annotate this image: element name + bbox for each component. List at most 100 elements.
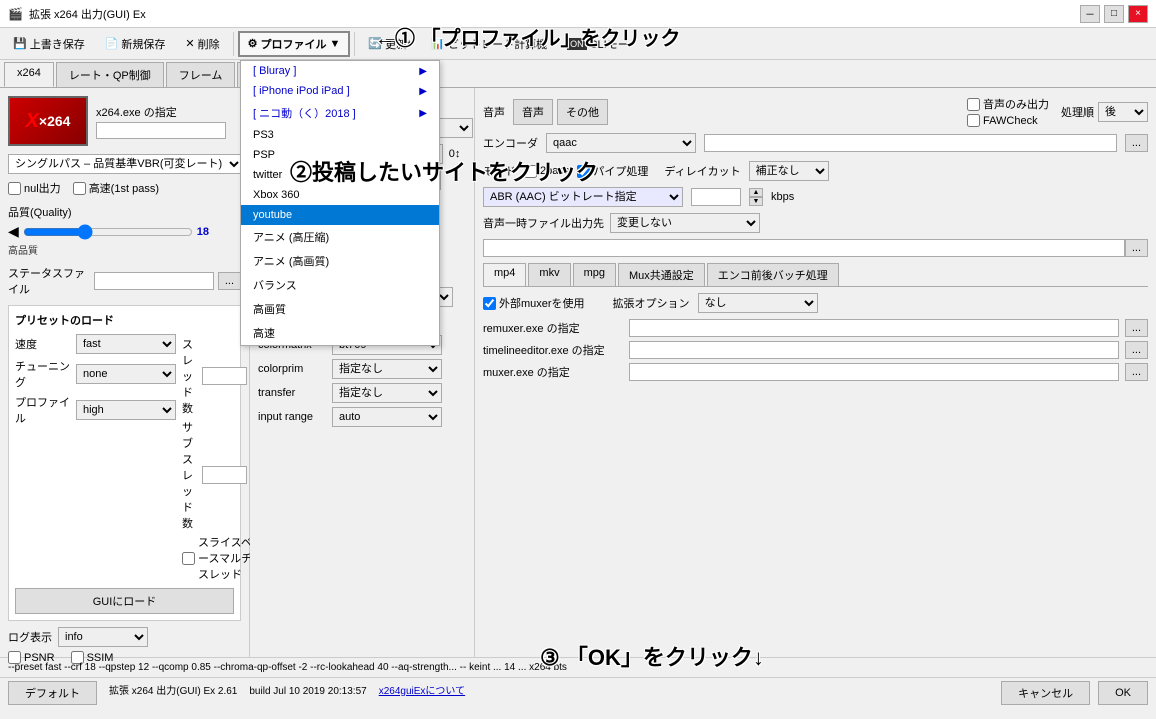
update-button[interactable]: 🔄 更新* — [359, 31, 420, 57]
tab-mpg[interactable]: mpg — [573, 263, 616, 286]
dropdown-item-2[interactable]: [ ニコ動（く）2018 ]▶ — [241, 101, 439, 125]
gui-load-button[interactable]: GUIにロード — [15, 588, 234, 614]
remuxer-row: remuxer.exe の指定 ¥exe_files¥remuxer.exe .… — [483, 319, 1148, 337]
logo-area: X ×264 x264.exe の指定 ¥exe_files¥x264_2 — [8, 96, 241, 146]
dropdown-item-11[interactable]: 高画質 — [241, 297, 439, 321]
dropdown-item-1[interactable]: [ iPhone iPod iPad ]▶ — [241, 81, 439, 101]
app-info-text: 拡張 x264 出力(GUI) Ex 2.61 — [109, 681, 237, 705]
high-speed-checkbox[interactable]: 高速(1st pass) — [73, 180, 159, 196]
process-order-select[interactable]: 後 — [1098, 102, 1148, 122]
dropdown-item-label-3: PS3 — [253, 129, 274, 141]
delete-button[interactable]: ✕ 削除 — [176, 31, 228, 57]
speed-select[interactable]: fast — [76, 334, 176, 354]
dropdown-item-5[interactable]: twitter — [241, 165, 439, 185]
about-link[interactable]: x264guiExについて — [379, 681, 465, 705]
subthread-label: サブスレッド数 — [182, 419, 198, 531]
tuning-select[interactable]: none — [76, 364, 176, 384]
tab-x264[interactable]: x264 — [4, 62, 54, 87]
tuning-label: チューニング — [15, 358, 70, 390]
dropdown-item-label-6: Xbox 360 — [253, 189, 299, 201]
bitrate-input[interactable]: 256 — [691, 188, 741, 206]
audio-tmp-select[interactable]: 変更しない — [610, 213, 760, 233]
dropdown-item-9[interactable]: アニメ (高画質) — [241, 249, 439, 273]
toolbar: 💾 上書き保存 📄 新規保存 ✕ 削除 ⚙ プロファイル ▼ 🔄 更新* 📊 ビ… — [0, 28, 1156, 60]
audio-only-checkbox[interactable]: 音声のみ出力 — [967, 96, 1049, 112]
overwrite-save-button[interactable]: 💾 上書き保存 — [4, 31, 94, 57]
minimize-button[interactable]: － — [1080, 5, 1100, 23]
log-area: ログ表示 info — [8, 627, 241, 647]
exe-path-input[interactable]: ¥exe_files¥x264_2 — [96, 122, 226, 139]
title-text: 拡張 x264 出力(GUI) Ex — [29, 6, 146, 22]
dropdown-item-8[interactable]: アニメ (高圧縮) — [241, 225, 439, 249]
timeline-input[interactable]: ¥exe_files¥timelineeditor.exe — [629, 341, 1119, 359]
bitrate-calc-button[interactable]: 📊 ビットレート計算機 — [422, 31, 556, 57]
encoder-option-input[interactable] — [704, 134, 1117, 152]
default-button[interactable]: デフォルト — [8, 681, 97, 705]
muxer-browse-button[interactable]: ... — [1125, 363, 1148, 381]
cancel-button[interactable]: キャンセル — [1001, 681, 1090, 705]
encoder-select[interactable]: qaac — [546, 133, 696, 153]
audio-tmp-path-row: ... — [483, 239, 1148, 257]
timeline-browse-button[interactable]: ... — [1125, 341, 1148, 359]
remuxer-browse-button[interactable]: ... — [1125, 319, 1148, 337]
new-save-button[interactable]: 📄 新規保存 — [96, 31, 175, 57]
delay-cut-select[interactable]: 補正なし — [749, 161, 829, 181]
close-button[interactable]: × — [1128, 5, 1148, 23]
tab-batch[interactable]: エンコ前後バッチ処理 — [707, 263, 839, 286]
profile-select[interactable]: high — [76, 400, 176, 420]
ok-button[interactable]: OK — [1098, 681, 1148, 705]
audio-tmp-path-input[interactable] — [483, 239, 1125, 257]
dropdown-item-7[interactable]: youtube — [241, 205, 439, 225]
mode-select[interactable]: シングルパス – 品質基準VBR(可変レート) — [8, 154, 243, 174]
nul-output-checkbox[interactable]: nul出力 — [8, 180, 61, 196]
tuning-row: チューニング none — [15, 358, 176, 390]
dropdown-item-6[interactable]: Xbox 360 — [241, 185, 439, 205]
tab-mkv[interactable]: mkv — [528, 263, 570, 286]
quality-slider[interactable] — [23, 224, 193, 240]
ext-option-select[interactable]: なし — [698, 293, 818, 313]
dropdown-item-4[interactable]: PSP — [241, 145, 439, 165]
mode-label: モード — [483, 163, 516, 179]
tab-rate-qp[interactable]: レート・QP制御 — [56, 62, 164, 87]
dropdown-item-0[interactable]: [ Bluray ]▶ — [241, 61, 439, 81]
audio-tab[interactable]: 音声 — [513, 99, 553, 125]
other-tab[interactable]: その他 — [557, 99, 608, 125]
slice-thread-checkbox[interactable]: スライスベースマルチスレッド — [182, 534, 260, 582]
cli-mode-button[interactable]: ON CLIモー — [558, 31, 638, 57]
muxer-input[interactable]: ¥exe_files¥muxer.exe — [629, 363, 1119, 381]
stats-file-input[interactable]: %{savfile}.stats — [94, 272, 214, 290]
bitrate-down-button[interactable]: ▼ — [749, 197, 763, 206]
app-icon: 🎬 — [8, 7, 23, 21]
fawcheck-checkbox[interactable]: FAWCheck — [967, 114, 1049, 127]
twopass-checkbox[interactable]: 2pass — [524, 165, 569, 178]
threads-area: スレッド数 0 ▲ ▼ サブスレッド数 0 ▲ — [182, 336, 260, 582]
dropdown-item-3[interactable]: PS3 — [241, 125, 439, 145]
tab-frame[interactable]: フレーム — [166, 62, 236, 87]
transfer-select[interactable]: 指定なし — [332, 383, 442, 403]
dropdown-item-12[interactable]: 高速 — [241, 321, 439, 345]
external-muxer-checkbox[interactable]: 外部muxerを使用 — [483, 295, 585, 311]
colorprim-select[interactable]: 指定なし — [332, 359, 442, 379]
inputrange-row: input range auto — [258, 407, 466, 427]
bitrate-up-button[interactable]: ▲ — [749, 188, 763, 197]
pipe-checkbox[interactable]: パイプ処理 — [577, 163, 648, 179]
external-muxer-row: 外部muxerを使用 拡張オプション なし — [483, 293, 1148, 313]
subthread-input[interactable]: 0 — [202, 466, 247, 484]
stats-browse-button[interactable]: ... — [218, 272, 241, 290]
log-select[interactable]: info — [58, 627, 148, 647]
inputrange-select[interactable]: auto — [332, 407, 442, 427]
encoder-browse-button[interactable]: ... — [1125, 134, 1148, 152]
tab-mp4[interactable]: mp4 — [483, 263, 526, 286]
mode-pipe-row: モード 2pass パイプ処理 ディレイカット 補正なし — [483, 161, 1148, 181]
tab-mux-settings[interactable]: Mux共通設定 — [618, 263, 705, 286]
dropdown-item-label-1: [ iPhone iPod iPad ] — [253, 85, 350, 97]
abr-select[interactable]: ABR (AAC) ビットレート指定 — [483, 187, 683, 207]
delay-cut-label: ディレイカット — [664, 163, 740, 179]
audio-tmp-browse-button[interactable]: ... — [1125, 239, 1148, 257]
profile-button[interactable]: ⚙ プロファイル ▼ — [238, 31, 351, 57]
remuxer-input[interactable]: ¥exe_files¥remuxer.exe — [629, 319, 1119, 337]
level-value-display: 0↕ — [449, 148, 461, 160]
maximize-button[interactable]: □ — [1104, 5, 1124, 23]
dropdown-item-10[interactable]: バランス — [241, 273, 439, 297]
thread-count-input[interactable]: 0 — [202, 367, 247, 385]
